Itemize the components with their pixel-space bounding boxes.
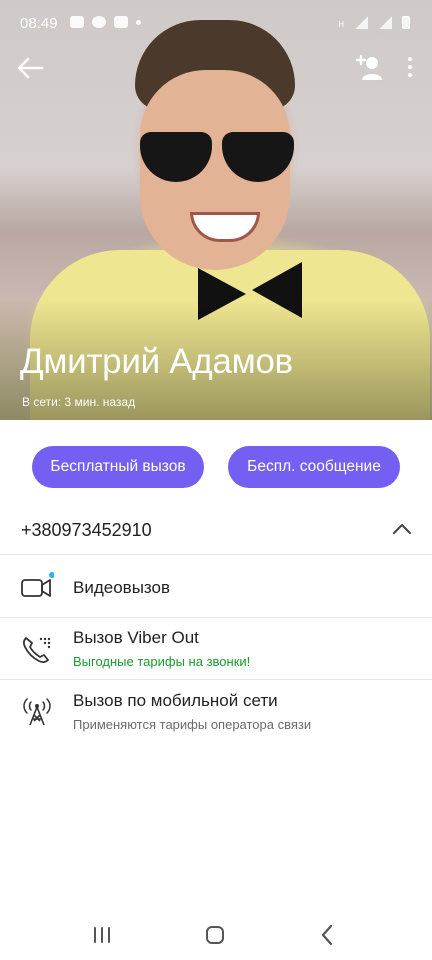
weather-icon [70, 16, 84, 28]
viber-out-option[interactable]: Вызов Viber Out Выгодные тарифы на звонк… [0, 618, 432, 680]
signal-icon-2 [378, 17, 392, 29]
video-call-title: Видеовызов [73, 578, 171, 597]
mobile-call-subtitle: Применяются тарифы оператора связи [73, 717, 312, 732]
system-icons: H [338, 16, 410, 29]
signal-icon [354, 17, 368, 29]
more-options-icon[interactable] [402, 56, 418, 78]
last-seen-status: В сети: 3 мин. назад [22, 395, 136, 409]
messenger-icon [92, 16, 106, 28]
viber-out-promo: Выгодные тарифы на звонки! [73, 654, 251, 669]
status-bar: 08:49 H [0, 0, 432, 48]
add-contact-icon[interactable] [356, 54, 384, 80]
status-time: 08:49 [20, 15, 58, 32]
cell-tower-icon [23, 698, 51, 726]
free-call-button[interactable]: Бесплатный вызов [32, 446, 204, 488]
more-notifications-dot-icon [136, 19, 141, 25]
mobile-network-call-option[interactable]: Вызов по мобильной сети Применяются тари… [0, 681, 432, 743]
network-type-label: H [338, 20, 344, 29]
back-arrow-icon[interactable] [16, 56, 44, 80]
phone-number-row[interactable]: +380973452910 [0, 505, 432, 555]
viber-out-phone-icon [23, 637, 51, 663]
battery-icon [402, 16, 410, 29]
notification-icons [70, 16, 141, 28]
contact-name: Дмитрий Адамов [20, 342, 293, 381]
video-call-option[interactable]: Видеовызов [0, 556, 432, 618]
home-icon[interactable] [206, 926, 224, 944]
recent-apps-icon[interactable] [92, 926, 112, 944]
free-message-button[interactable]: Беспл. сообщение [228, 446, 400, 488]
phone-number: +380973452910 [21, 520, 152, 540]
video-camera-icon [21, 572, 54, 597]
chevron-up-icon[interactable] [392, 523, 412, 535]
system-navigation-bar [0, 900, 432, 960]
mobile-call-title: Вызов по мобильной сети [73, 691, 278, 710]
viber-out-title: Вызов Viber Out [73, 628, 199, 647]
nav-back-icon[interactable] [320, 924, 334, 946]
youtube-icon [114, 16, 128, 28]
